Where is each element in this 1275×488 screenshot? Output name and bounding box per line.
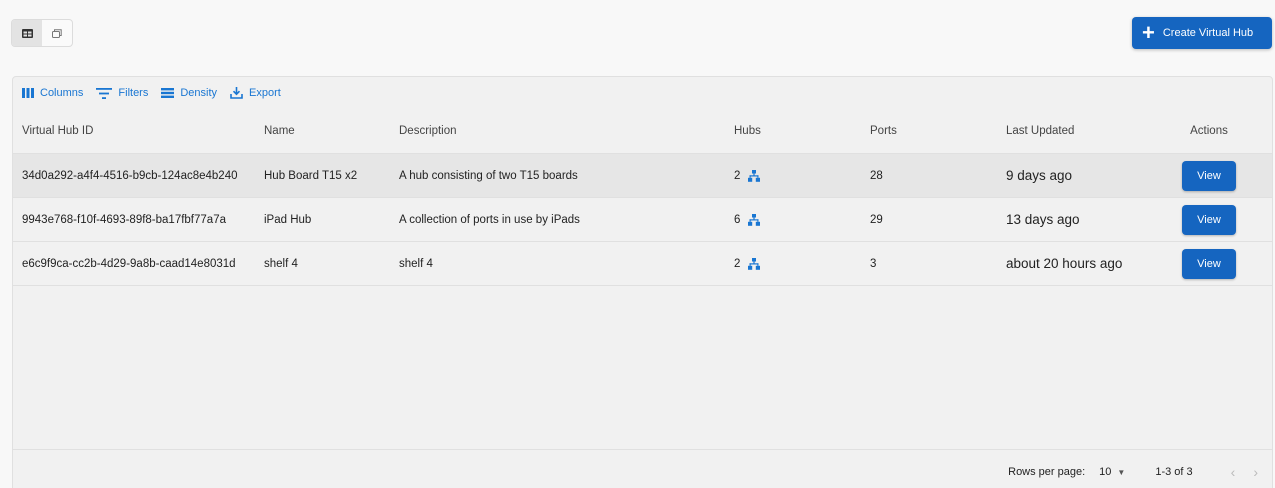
create-virtual-hub-button[interactable]: + Create Virtual Hub xyxy=(1132,17,1272,49)
pagination-footer: Rows per page: 10 ▼ 1-3 of 3 ‹ › xyxy=(13,449,1272,488)
density-button[interactable]: Density xyxy=(161,87,217,99)
hub-tree-icon xyxy=(748,257,761,270)
last-updated-cell: 9 days ago xyxy=(1006,168,1073,183)
table-view-icon xyxy=(21,28,33,38)
description-cell: shelf 4 xyxy=(399,257,433,270)
pagination-range: 1-3 of 3 xyxy=(1155,466,1193,478)
last-updated-cell: 13 days ago xyxy=(1006,212,1080,227)
hub-tree-icon xyxy=(748,213,761,226)
dropdown-caret-icon: ▼ xyxy=(1117,467,1126,477)
view-button[interactable]: View xyxy=(1182,160,1236,191)
previous-page-icon[interactable]: ‹ xyxy=(1231,464,1236,480)
column-header-hubs[interactable]: Hubs xyxy=(734,125,870,137)
column-header-ports[interactable]: Ports xyxy=(870,125,1006,137)
column-header-last-updated[interactable]: Last Updated xyxy=(1006,125,1169,137)
table-row[interactable]: 9943e768-f10f-4693-89f8-ba17fbf77a7a iPa… xyxy=(13,198,1272,242)
hubs-count: 2 xyxy=(734,257,741,270)
filter-icon xyxy=(96,87,113,99)
actions-cell: View xyxy=(1169,160,1249,191)
column-header-id[interactable]: Virtual Hub ID xyxy=(13,125,264,137)
view-button[interactable]: View xyxy=(1182,204,1236,235)
next-page-icon[interactable]: › xyxy=(1253,464,1258,480)
columns-label: Columns xyxy=(40,87,84,99)
column-header-description[interactable]: Description xyxy=(399,125,734,137)
column-header-name[interactable]: Name xyxy=(264,125,399,137)
rows-per-page-select[interactable]: 10 ▼ xyxy=(1099,466,1125,478)
virtual-hub-id-cell: e6c9f9ca-cc2b-4d29-9a8b-caad14e8031d xyxy=(22,257,236,270)
export-label: Export xyxy=(249,87,281,99)
ports-cell: 28 xyxy=(870,169,883,182)
table-view-button[interactable] xyxy=(12,20,42,46)
table-row[interactable]: e6c9f9ca-cc2b-4d29-9a8b-caad14e8031d she… xyxy=(13,242,1272,286)
name-cell: shelf 4 xyxy=(264,257,298,270)
last-updated-cell: about 20 hours ago xyxy=(1006,256,1123,271)
description-cell: A hub consisting of two T15 boards xyxy=(399,169,578,182)
virtual-hub-id-cell: 34d0a292-a4f4-4516-b9cb-124ac8e4b240 xyxy=(22,169,238,182)
ports-cell: 3 xyxy=(870,257,877,270)
filters-button[interactable]: Filters xyxy=(96,87,148,99)
rows-per-page-label: Rows per page: xyxy=(1008,466,1086,478)
plus-icon: + xyxy=(1142,20,1155,45)
table-header: Virtual Hub ID Name Description Hubs Por… xyxy=(13,109,1272,154)
hubs-cell: 2 xyxy=(734,169,870,182)
export-icon xyxy=(230,87,243,99)
description-cell: A collection of ports in use by iPads xyxy=(399,213,580,226)
card-view-icon xyxy=(52,28,62,38)
virtual-hub-id-cell: 9943e768-f10f-4693-89f8-ba17fbf77a7a xyxy=(22,213,226,226)
actions-cell: View xyxy=(1169,204,1249,235)
hubs-count: 2 xyxy=(734,169,741,182)
density-icon xyxy=(161,88,175,98)
ports-cell: 29 xyxy=(870,213,883,226)
virtual-hubs-grid: Columns Filters Density Export Virtual H… xyxy=(12,76,1273,488)
columns-icon xyxy=(22,88,34,98)
actions-cell: View xyxy=(1169,248,1249,279)
hubs-cell: 6 xyxy=(734,213,870,226)
view-toggle xyxy=(11,19,73,47)
columns-button[interactable]: Columns xyxy=(22,87,83,99)
column-header-actions: Actions xyxy=(1190,125,1228,137)
export-button[interactable]: Export xyxy=(230,87,281,99)
table-row[interactable]: 34d0a292-a4f4-4516-b9cb-124ac8e4b240 Hub… xyxy=(13,154,1272,198)
name-cell: Hub Board T15 x2 xyxy=(264,169,358,182)
name-cell: iPad Hub xyxy=(264,213,312,226)
rows-per-page-value: 10 xyxy=(1099,466,1112,478)
grid-toolbar: Columns Filters Density Export xyxy=(13,77,1272,109)
create-virtual-hub-label: Create Virtual Hub xyxy=(1162,27,1254,39)
density-label: Density xyxy=(180,87,218,99)
hubs-count: 6 xyxy=(734,213,741,226)
view-button[interactable]: View xyxy=(1182,248,1236,279)
hub-tree-icon xyxy=(748,169,761,182)
filters-label: Filters xyxy=(118,87,149,99)
card-view-button[interactable] xyxy=(42,20,72,46)
hubs-cell: 2 xyxy=(734,257,870,270)
